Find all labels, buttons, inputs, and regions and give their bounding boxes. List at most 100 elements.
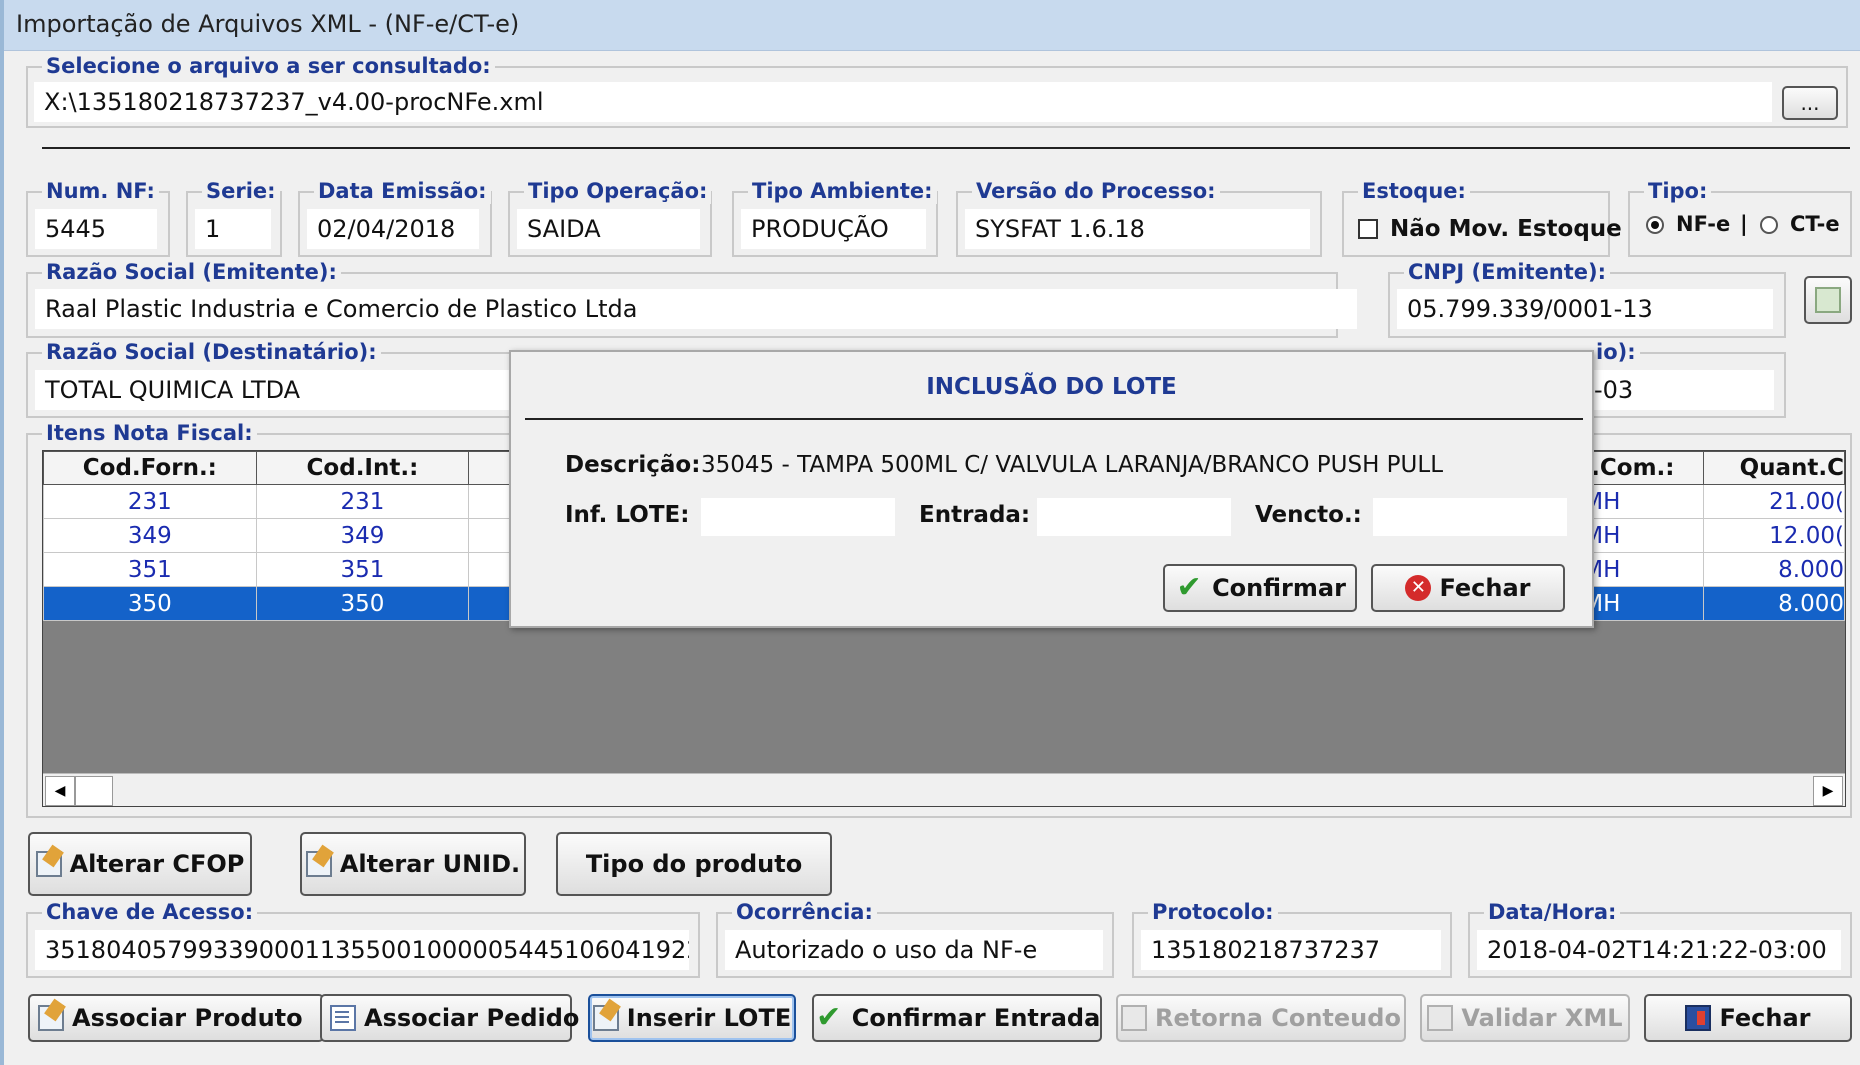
inclusao-lote-dialog: INCLUSÃO DO LOTE Descrição: 35045 - TAMP… [509, 350, 1594, 628]
radio-cte[interactable] [1760, 216, 1778, 234]
data-emissao-field[interactable]: 02/04/2018 [307, 209, 479, 249]
inserir-lote-label: Inserir LOTE [626, 1004, 792, 1032]
razao-destinatario-label: Razão Social (Destinatário): [42, 339, 381, 365]
dialog-confirm-button[interactable]: ✔ Confirmar [1163, 564, 1357, 612]
edit-note-icon [1427, 1005, 1454, 1031]
descricao-value: 35045 - TAMPA 500ML C/ VALVULA LARANJA/B… [701, 452, 1444, 478]
entrada-label: Entrada: [919, 502, 1031, 528]
edit-note-icon [305, 851, 332, 877]
title-bar: Importação de Arquivos XML - (NF-e/CT-e) [4, 0, 1860, 51]
edit-note-icon [38, 1005, 64, 1031]
vencto-label: Vencto.: [1255, 502, 1362, 528]
tipo-label: Tipo: [1644, 178, 1712, 204]
serie-label: Serie: [202, 178, 280, 204]
versao-processo-field[interactable]: SYSFAT 1.6.18 [965, 209, 1310, 249]
alterar-cfop-button[interactable]: Alterar CFOP [28, 832, 252, 896]
num-nf-label: Num. NF: [42, 178, 159, 204]
cell-quant: 12.00( [1703, 518, 1845, 553]
validar-xml-button[interactable]: Validar XML [1420, 994, 1630, 1042]
alterar-unid-label: Alterar UNID. [339, 850, 521, 878]
fechar-label: Fechar [1719, 1004, 1811, 1032]
tipo-produto-button[interactable]: Tipo do produto [556, 832, 832, 896]
radio-nfe-label: NF-e [1676, 212, 1731, 236]
entrada-input[interactable] [1037, 498, 1231, 536]
browse-file-button[interactable]: ... [1782, 86, 1838, 120]
check-icon: ✔ [816, 1000, 842, 1035]
associar-produto-button[interactable]: Associar Produto [28, 994, 324, 1042]
separator-line [42, 147, 1850, 149]
nao-mov-estoque-checkbox[interactable] [1358, 219, 1378, 239]
cell-ucom: MH [1582, 484, 1705, 519]
vencto-input[interactable] [1373, 498, 1567, 536]
document-icon [1121, 1005, 1148, 1031]
tipo-operacao-label: Tipo Operação: [524, 178, 712, 204]
descricao-label: Descrição: [565, 452, 701, 478]
file-path-field[interactable]: X:\135180218737237_v4.00-procNFe.xml [34, 82, 1772, 122]
validar-xml-label: Validar XML [1461, 1004, 1623, 1032]
cnpj-destinatario-field[interactable]: -03 [1584, 370, 1774, 410]
razao-emitente-field[interactable]: Raal Plastic Industria e Comercio de Pla… [35, 289, 1357, 329]
inf-lote-label: Inf. LOTE: [565, 502, 690, 528]
alterar-unid-button[interactable]: Alterar UNID. [300, 832, 526, 896]
inf-lote-input[interactable] [701, 498, 895, 536]
razao-emitente-label: Razão Social (Emitente): [42, 259, 341, 285]
cell-cod-int: 231 [255, 484, 470, 519]
copy-cnpj-button[interactable] [1804, 276, 1852, 324]
chave-label: Chave de Acesso: [42, 899, 258, 925]
file-group-label: Selecione o arquivo a ser consultado: [42, 53, 495, 79]
col-header-cod-forn[interactable]: Cod.Forn.: [43, 451, 257, 485]
tipo-ambiente-field[interactable]: PRODUÇÃO [741, 209, 926, 249]
cell-cod-forn: 350 [43, 586, 257, 621]
dialog-close-button[interactable]: ✕ Fechar [1371, 564, 1565, 612]
horizontal-scrollbar[interactable]: ◀ ▶ [43, 773, 1845, 806]
cell-cod-int: 349 [255, 518, 470, 553]
dialog-confirm-label: Confirmar [1212, 574, 1346, 602]
cnpj-destinatario-label: io): [1592, 339, 1640, 365]
confirmar-entrada-button[interactable]: ✔ Confirmar Entrada [812, 994, 1102, 1042]
data-hora-label: Data/Hora: [1484, 899, 1621, 925]
cell-quant: 8.000 [1703, 552, 1845, 587]
cell-cod-int: 351 [255, 552, 470, 587]
tipo-operacao-field[interactable]: SAIDA [517, 209, 700, 249]
associar-pedido-button[interactable]: Associar Pedido [320, 994, 579, 1042]
scroll-thumb[interactable] [75, 776, 113, 806]
copy-icon [1815, 287, 1841, 313]
data-hora-field[interactable]: 2018-04-02T14:21:22-03:00 [1477, 930, 1841, 970]
cell-cod-forn: 351 [43, 552, 257, 587]
col-header-cod-int[interactable]: Cod.Int.: [255, 451, 470, 485]
dialog-title: INCLUSÃO DO LOTE [926, 374, 1177, 400]
window-title: Importação de Arquivos XML - (NF-e/CT-e) [16, 10, 520, 38]
inserir-lote-button[interactable]: Inserir LOTE [588, 994, 796, 1042]
protocolo-field[interactable]: 135180218737237 [1141, 930, 1441, 970]
cell-ucom: MH [1582, 552, 1705, 587]
chave-field[interactable]: 3518040579933900011355001000005445106041… [35, 930, 689, 970]
exit-door-icon [1685, 1005, 1712, 1031]
cell-quant: 21.00( [1703, 484, 1845, 519]
num-nf-field[interactable]: 5445 [35, 209, 157, 249]
items-label: Itens Nota Fiscal: [42, 420, 257, 446]
dialog-title-separator [525, 418, 1583, 420]
associar-produto-label: Associar Produto [72, 1004, 303, 1032]
scroll-right-arrow-icon[interactable]: ▶ [1813, 776, 1843, 806]
cell-cod-forn: 231 [43, 484, 257, 519]
retorna-conteudo-button[interactable]: Retorna Conteudo [1116, 994, 1406, 1042]
ocorrencia-field[interactable]: Autorizado o uso da NF-e [725, 930, 1103, 970]
fechar-button[interactable]: Fechar [1644, 994, 1852, 1042]
tipo-produto-label: Tipo do produto [585, 850, 803, 878]
estoque-label: Estoque: [1358, 178, 1470, 204]
check-icon: ✔ [1176, 570, 1202, 605]
cnpj-emitente-field[interactable]: 05.799.339/0001-13 [1397, 289, 1773, 329]
scroll-left-arrow-icon[interactable]: ◀ [45, 776, 75, 806]
col-header-ucom[interactable]: l.Com.: [1582, 451, 1705, 485]
serie-field[interactable]: 1 [195, 209, 271, 249]
tipo-separator: | [1740, 212, 1748, 236]
radio-nfe[interactable] [1646, 216, 1664, 234]
cell-ucom: MH [1582, 518, 1705, 553]
col-header-quant[interactable]: Quant.C [1703, 451, 1845, 485]
nao-mov-estoque-label: Não Mov. Estoque [1390, 216, 1622, 242]
versao-processo-label: Versão do Processo: [972, 178, 1220, 204]
close-icon: ✕ [1405, 575, 1432, 601]
radio-cte-label: CT-e [1790, 212, 1840, 236]
cell-cod-forn: 349 [43, 518, 257, 553]
protocolo-label: Protocolo: [1148, 899, 1278, 925]
